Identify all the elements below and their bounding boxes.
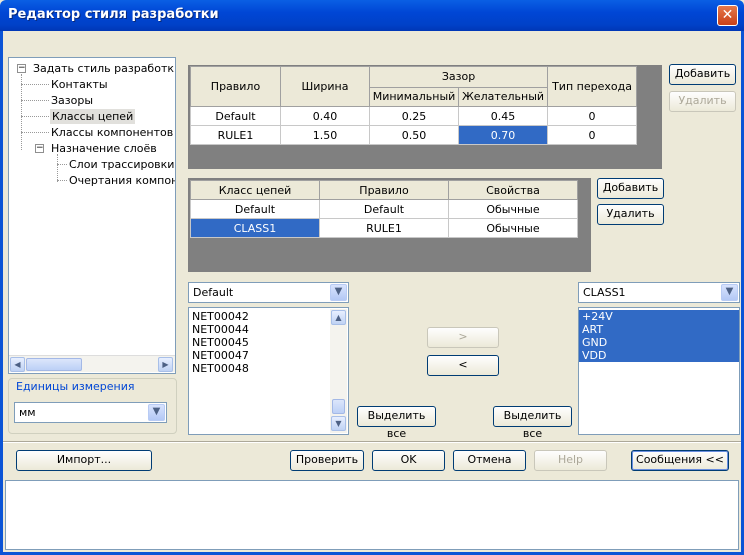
list-item[interactable]: GND xyxy=(579,336,739,349)
cell-rule[interactable]: Default xyxy=(319,199,449,219)
units-select[interactable]: мм ▼ xyxy=(14,402,167,423)
list-item[interactable]: NET00045 xyxy=(189,336,348,349)
list-item[interactable]: +24V xyxy=(579,310,739,323)
target-net-list[interactable]: +24V ART GND VDD xyxy=(578,307,740,435)
chevron-down-icon[interactable]: ▼ xyxy=(721,284,738,301)
scroll-left-icon[interactable]: ◀ xyxy=(10,357,25,372)
cell-properties[interactable]: Обычные xyxy=(448,218,578,238)
tree-item-design-style[interactable]: Задать стиль разработки xyxy=(33,61,175,76)
tree-line xyxy=(21,74,22,150)
cell-width[interactable]: 1.50 xyxy=(280,125,370,145)
column-header-net-class[interactable]: Класс цепей xyxy=(190,180,320,200)
column-header-gap-min[interactable]: Минимальный xyxy=(369,86,459,107)
list-item[interactable]: VDD xyxy=(579,349,739,362)
scroll-right-icon[interactable]: ▶ xyxy=(158,357,173,372)
check-button[interactable]: Проверить xyxy=(290,450,364,471)
table-row[interactable]: Default 0.40 0.25 0.45 0 xyxy=(190,106,638,126)
tree-item-pads[interactable]: Контакты xyxy=(51,77,108,92)
tree-item-component-classes[interactable]: Классы компонентов xyxy=(51,125,173,140)
messages-toggle-button[interactable]: Сообщения << xyxy=(631,450,729,471)
tree-line xyxy=(21,132,49,133)
units-select-value: мм xyxy=(19,406,36,419)
cell-min[interactable]: 0.50 xyxy=(369,125,459,145)
list-item[interactable]: ART xyxy=(579,323,739,336)
list-item[interactable]: NET00048 xyxy=(189,362,348,375)
delete-class-button[interactable]: Удалить xyxy=(597,204,664,225)
tree-line xyxy=(57,154,58,182)
close-button[interactable]: ✕ xyxy=(717,5,738,26)
scroll-down-icon[interactable]: ▼ xyxy=(331,416,346,431)
source-class-value: Default xyxy=(193,286,234,299)
column-header-rule[interactable]: Правило xyxy=(190,66,281,107)
cell-pref[interactable]: 0.70 xyxy=(457,125,549,145)
cell-rule[interactable]: Default xyxy=(190,106,281,126)
tree-line xyxy=(21,84,49,85)
select-all-left-button[interactable]: Выделить все xyxy=(357,406,436,440)
column-header-properties[interactable]: Свойства xyxy=(448,180,578,200)
chevron-down-icon[interactable]: ▼ xyxy=(148,404,165,421)
column-header-width[interactable]: Ширина xyxy=(280,66,370,107)
collapse-icon[interactable]: − xyxy=(35,144,44,153)
cell-properties[interactable]: Обычные xyxy=(448,199,578,219)
cell-pref[interactable]: 0.45 xyxy=(457,106,549,126)
close-icon: ✕ xyxy=(721,7,734,23)
table-row[interactable]: CLASS1 RULE1 Обычные xyxy=(190,218,578,238)
delete-rule-button[interactable]: Удалить xyxy=(669,91,736,112)
scroll-up-icon[interactable]: ▲ xyxy=(331,310,346,325)
tree-item-clearances[interactable]: Зазоры xyxy=(51,93,93,108)
tree-line xyxy=(57,164,67,165)
rules-table: Правило Ширина Зазор Тип перехода Минима… xyxy=(190,66,638,145)
table-row[interactable]: Default Default Обычные xyxy=(190,199,578,219)
scroll-thumb[interactable] xyxy=(332,399,345,414)
cancel-button[interactable]: Отмена xyxy=(453,450,526,471)
list-item[interactable]: NET00044 xyxy=(189,323,348,336)
cell-min[interactable]: 0.25 xyxy=(369,106,459,126)
import-button[interactable]: Импорт... xyxy=(16,450,152,471)
select-all-right-button[interactable]: Выделить все xyxy=(493,406,572,440)
list-vertical-scrollbar[interactable]: ▲ ▼ xyxy=(330,309,347,433)
cell-via[interactable]: 0 xyxy=(547,106,638,126)
source-class-select[interactable]: Default ▼ xyxy=(188,282,349,303)
move-left-button[interactable]: < xyxy=(427,355,499,376)
list-item[interactable]: NET00042 xyxy=(189,310,348,323)
settings-tree[interactable]: − Задать стиль разработки Контакты Зазор… xyxy=(8,57,176,374)
add-rule-button[interactable]: Добавить xyxy=(669,64,736,85)
window-title: Редактор стиля разработки xyxy=(8,7,219,22)
messages-panel[interactable] xyxy=(5,480,739,550)
window-frame-left xyxy=(0,31,3,555)
units-group-label: Единицы измерения xyxy=(14,380,137,393)
cell-via[interactable]: 0 xyxy=(547,125,638,145)
tree-horizontal-scrollbar[interactable]: ◀ ▶ xyxy=(9,355,175,372)
cell-class[interactable]: CLASS1 xyxy=(190,218,320,238)
scroll-thumb[interactable] xyxy=(26,358,82,371)
tree-item-net-classes[interactable]: Классы цепей xyxy=(50,109,136,124)
tree-item-component-outlines[interactable]: Очертания компонентов xyxy=(69,173,175,188)
chevron-down-icon[interactable]: ▼ xyxy=(330,284,347,301)
add-class-button[interactable]: Добавить xyxy=(597,178,664,199)
column-header-gap-pref[interactable]: Желательный xyxy=(457,86,549,107)
collapse-icon[interactable]: − xyxy=(17,64,26,73)
help-button[interactable]: Help xyxy=(534,450,607,471)
source-net-list[interactable]: NET00042 NET00044 NET00045 NET00047 NET0… xyxy=(188,307,349,435)
column-header-via[interactable]: Тип перехода xyxy=(547,66,638,107)
separator xyxy=(3,441,741,443)
net-class-table: Класс цепей Правило Свойства Default Def… xyxy=(190,180,578,238)
target-class-select[interactable]: CLASS1 ▼ xyxy=(578,282,740,303)
column-header-rule[interactable]: Правило xyxy=(319,180,449,200)
tree-line xyxy=(21,100,49,101)
cell-class[interactable]: Default xyxy=(190,199,320,219)
column-header-gap: Зазор xyxy=(368,66,549,88)
cell-rule[interactable]: RULE1 xyxy=(319,218,449,238)
ok-button[interactable]: OK xyxy=(372,450,445,471)
tree-line xyxy=(21,116,49,117)
cell-width[interactable]: 0.40 xyxy=(280,106,370,126)
move-right-button[interactable]: > xyxy=(427,327,499,348)
tree-item-routing-layers[interactable]: Слои трассировки xyxy=(69,157,174,172)
list-item[interactable]: NET00047 xyxy=(189,349,348,362)
target-class-value: CLASS1 xyxy=(583,286,626,299)
table-row[interactable]: RULE1 1.50 0.50 0.70 0 xyxy=(190,125,638,145)
tree-item-layer-assignment[interactable]: Назначение слоёв xyxy=(51,141,157,156)
tree-line xyxy=(57,180,67,181)
cell-rule[interactable]: RULE1 xyxy=(190,125,281,145)
